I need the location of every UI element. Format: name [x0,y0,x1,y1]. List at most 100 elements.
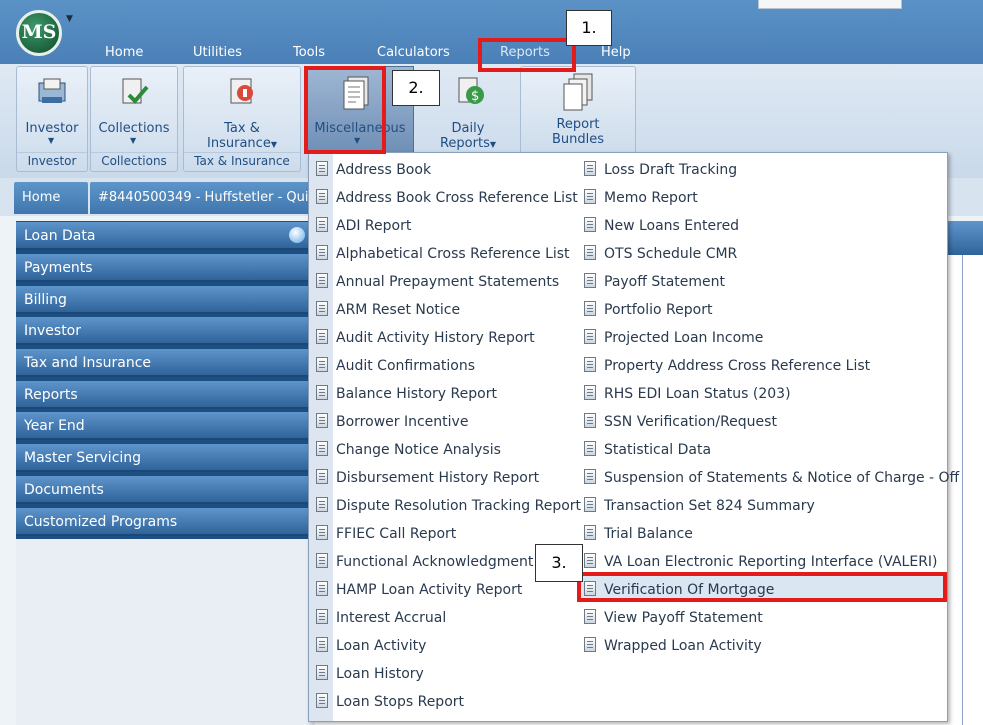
menu-item[interactable]: Loan History [316,660,581,688]
search-icon[interactable] [289,227,305,243]
menu-item[interactable]: OTS Schedule CMR [584,240,959,268]
menu-item-label: Disbursement History Report [336,470,540,486]
menu-item-label: Loan Activity [336,638,427,654]
menu-item[interactable]: Transaction Set 824 Summary [584,492,959,520]
nav-item-tax-insurance[interactable]: Tax and Insurance [16,349,314,377]
menu-item[interactable]: Loan Activity [316,632,581,660]
nav-item-year-end[interactable]: Year End [16,412,314,440]
tab-help[interactable]: Help [601,45,631,60]
bundles-label-line2: Bundles [551,132,605,147]
menu-item-label: Property Address Cross Reference List [604,358,871,374]
menu-item[interactable]: Change Notice Analysis [316,436,581,464]
menu-item[interactable]: RHS EDI Loan Status (203) [584,380,959,408]
tab-home[interactable]: Home [105,45,143,60]
menu-item[interactable]: Loss Draft Tracking [584,156,959,184]
menu-item-label: Loss Draft Tracking [604,162,738,178]
highlight-verification-of-mortgage [577,572,947,602]
menu-item[interactable]: View Payoff Statement [584,604,959,632]
callout-step-2: 2. [392,70,440,106]
doc-tab-home[interactable]: Home [14,182,88,214]
menu-item[interactable]: Disbursement History Report [316,464,581,492]
menu-item[interactable]: Address Book Cross Reference List [316,184,581,212]
nav-item-payments[interactable]: Payments [16,254,314,282]
document-icon [584,216,596,232]
menu-item[interactable]: Borrower Incentive [316,408,581,436]
callout-step-1: 1. [566,10,612,46]
menu-item-label: ADI Report [336,218,412,234]
menu-item-label: Loan History [336,666,424,682]
document-icon [316,552,328,568]
menu-item[interactable]: Payoff Statement [584,268,959,296]
daily-reports-button[interactable]: Daily Reports▼ [420,121,516,152]
nav-item-customized-programs[interactable]: Customized Programs [16,508,314,536]
document-icon [584,272,596,288]
menu-item[interactable]: Balance History Report [316,380,581,408]
document-icon [316,188,328,204]
menu-item[interactable]: Interest Accrual [316,604,581,632]
tab-tools[interactable]: Tools [293,45,325,60]
report-bundles-button[interactable]: Report Bundles [520,117,636,147]
document-icon [316,608,328,624]
chevron-down-icon[interactable]: ▼ [66,14,73,24]
nav-item-master-servicing[interactable]: Master Servicing [16,444,314,472]
menu-item-label: ARM Reset Notice [336,302,461,318]
menu-item[interactable]: Portfolio Report [584,296,959,324]
content-divider [962,255,963,725]
document-icon [316,636,328,652]
menu-item-label: View Payoff Statement [604,610,763,626]
tax-insurance-button[interactable]: Tax & Insurance▼ [185,121,299,152]
document-icon [584,384,596,400]
menu-item-label: RHS EDI Loan Status (203) [604,386,791,402]
document-icon [584,244,596,260]
menu-item[interactable]: ARM Reset Notice [316,296,581,324]
document-icon [316,692,328,708]
menu-item[interactable]: Property Address Cross Reference List [584,352,959,380]
document-icon [316,412,328,428]
menu-item-label: Payoff Statement [604,274,726,290]
menu-item[interactable]: Address Book [316,156,581,184]
menu-item[interactable]: Wrapped Loan Activity [584,632,959,660]
nav-item-billing[interactable]: Billing [16,286,314,314]
menu-item[interactable]: SSN Verification/Request [584,408,959,436]
document-icon [316,272,328,288]
menu-item-label: Functional Acknowledgment [336,554,534,570]
menu-item[interactable]: Dispute Resolution Tracking Report [316,492,581,520]
menu-item[interactable]: Annual Prepayment Statements [316,268,581,296]
nav-item-reports[interactable]: Reports [16,381,314,409]
document-icon [584,328,596,344]
investor-icon [35,75,69,113]
tab-utilities[interactable]: Utilities [193,45,242,60]
menu-item[interactable]: ADI Report [316,212,581,240]
app-logo[interactable]: MS [16,10,62,56]
daily-label-line1: Daily [451,121,485,136]
menu-item-label: Transaction Set 824 Summary [604,498,815,514]
doc-tab-loan[interactable]: #8440500349 - Huffstetler - Qui [90,182,315,214]
nav-item-loan-data[interactable]: Loan Data [16,222,314,250]
nav-item-documents[interactable]: Documents [16,476,314,504]
menu-item[interactable]: Loan Stops Report [316,688,581,716]
menu-item-label: Audit Confirmations [336,358,476,374]
nav-empty-area [16,539,314,725]
collections-button[interactable]: Collections [92,121,176,136]
menu-item[interactable]: Statistical Data [584,436,959,464]
menu-item[interactable]: Audit Activity History Report [316,324,581,352]
menu-item[interactable]: Projected Loan Income [584,324,959,352]
menu-item-label: SSN Verification/Request [604,414,777,430]
menu-item[interactable]: Memo Report [584,184,959,212]
menu-item-label: Dispute Resolution Tracking Report [336,498,582,514]
document-icon [584,300,596,316]
menu-item[interactable]: Trial Balance [584,520,959,548]
investor-button[interactable]: Investor [18,121,86,136]
tax-label-line2: Insurance [207,136,271,151]
menu-item[interactable]: New Loans Entered [584,212,959,240]
nav-item-investor[interactable]: Investor [16,317,314,345]
window-controls[interactable] [758,0,902,9]
menu-item[interactable]: Alphabetical Cross Reference List [316,240,581,268]
menu-item[interactable]: Audit Confirmations [316,352,581,380]
tab-calculators[interactable]: Calculators [377,45,450,60]
report-bundles-icon [562,72,598,116]
menu-item[interactable]: Suspension of Statements & Notice of Cha… [584,464,959,492]
document-icon [316,524,328,540]
menu-item-label: Memo Report [604,190,698,206]
menu-item-label: Balance History Report [336,386,497,402]
